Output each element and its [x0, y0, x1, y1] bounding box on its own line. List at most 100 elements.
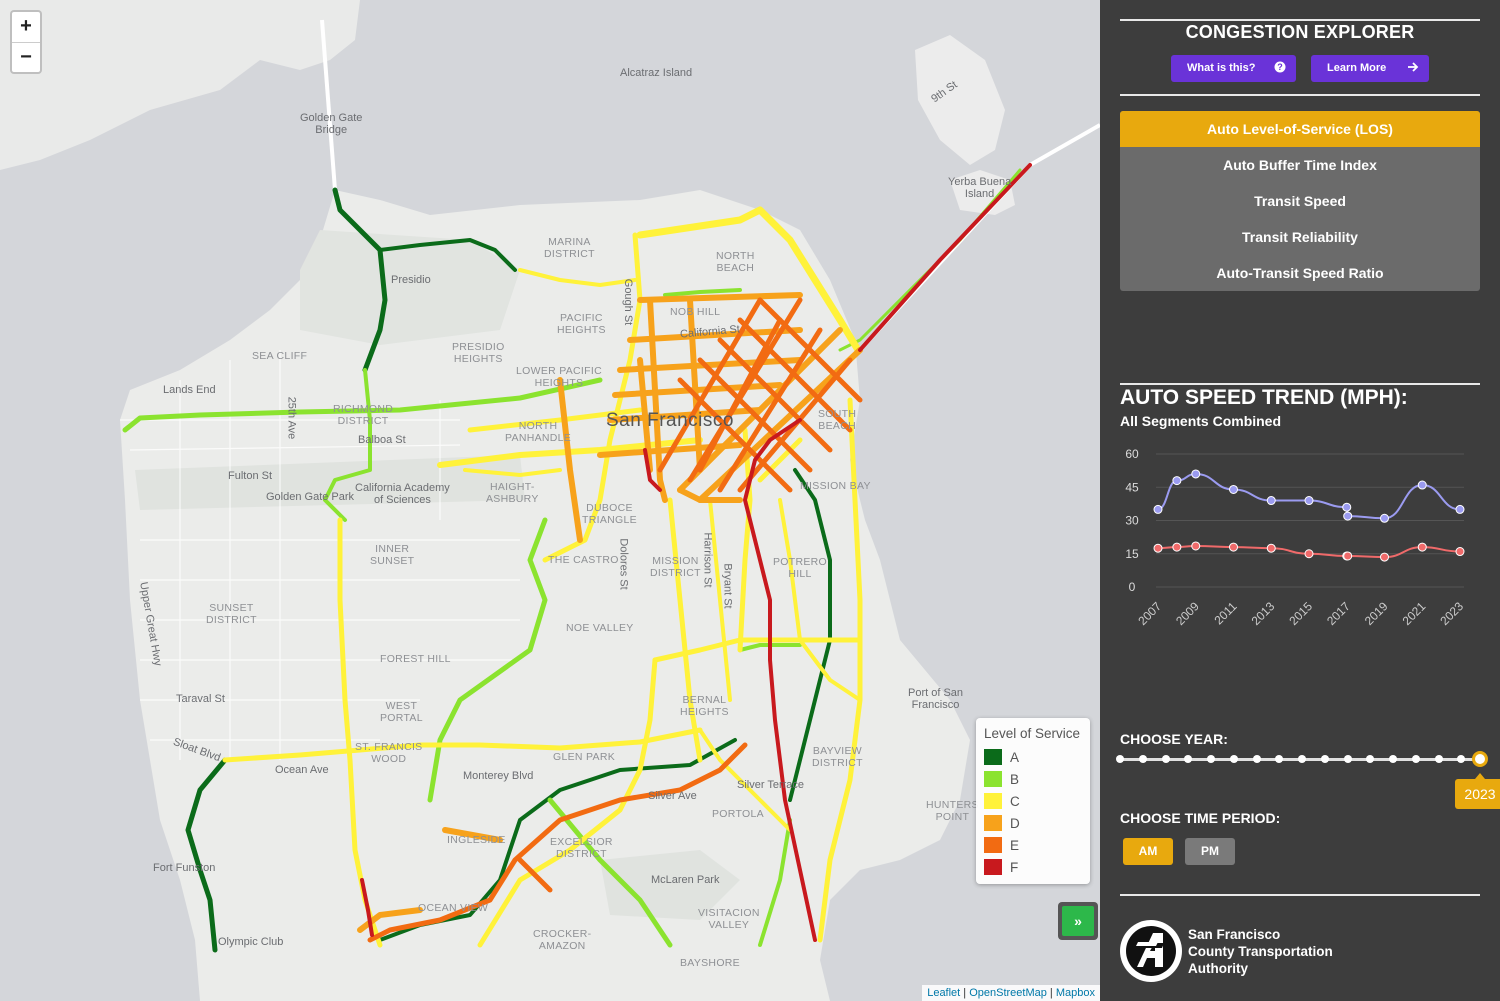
label-silver-ave: Silver Ave	[648, 790, 697, 802]
y-tick-label: 0	[1129, 580, 1136, 594]
osm-link[interactable]: OpenStreetMap	[969, 987, 1047, 999]
data-point	[1191, 469, 1201, 479]
x-tick-label: 2021	[1400, 599, 1429, 628]
label-bayshore: BAYSHORE	[680, 957, 740, 969]
year-tick[interactable]	[1389, 755, 1397, 763]
zoom-control: + −	[10, 10, 42, 74]
year-tick[interactable]	[1411, 755, 1420, 763]
year-tick[interactable]	[1161, 755, 1170, 763]
label-glen-park: GLEN PARK	[553, 751, 616, 763]
metric-option[interactable]: Auto Buffer Time Index	[1120, 147, 1480, 183]
zoom-out-button[interactable]: −	[12, 42, 40, 72]
label-dolores-st: Dolores St	[617, 538, 630, 590]
year-tick[interactable]	[1343, 755, 1352, 763]
data-point	[1343, 511, 1353, 521]
data-point	[1229, 542, 1238, 552]
label-balboa-st: Balboa St	[358, 434, 406, 446]
what-is-this-button[interactable]: What is this? ?	[1171, 55, 1296, 82]
year-tick[interactable]	[1434, 755, 1443, 763]
data-point	[1172, 542, 1182, 552]
label-fulton-st: Fulton St	[228, 470, 273, 482]
legend-swatch	[984, 793, 1002, 809]
map[interactable]: Alcatraz Island Golden Gate Bridge 9th S…	[0, 0, 1100, 1001]
metric-option[interactable]: Transit Reliability	[1120, 219, 1480, 255]
x-tick-label: 2015	[1286, 599, 1315, 628]
learn-more-button[interactable]: Learn More	[1311, 55, 1429, 82]
year-tick[interactable]	[1275, 755, 1284, 763]
year-tick[interactable]	[1207, 755, 1215, 763]
x-tick-label: 2023	[1437, 599, 1466, 628]
x-tick-label: 2017	[1324, 599, 1353, 628]
metric-option[interactable]: Transit Speed	[1120, 183, 1480, 219]
data-point	[1417, 480, 1427, 490]
label-forest-hill: FOREST HILL	[380, 653, 451, 665]
label-ocean-view: OCEAN VIEW	[418, 902, 489, 914]
year-tick[interactable]	[1252, 755, 1261, 763]
legend-label: D	[1010, 815, 1020, 831]
label-golden-gate-bridge: Golden Gate Bridge	[300, 112, 363, 136]
leaflet-link[interactable]: Leaflet	[927, 987, 960, 999]
what-is-this-label: What is this?	[1187, 62, 1256, 74]
year-tick[interactable]	[1184, 755, 1193, 763]
choose-period-label: CHOOSE TIME PERIOD:	[1120, 810, 1281, 826]
zoom-in-button[interactable]: +	[12, 12, 40, 42]
label-taraval-st: Taraval St	[176, 693, 225, 705]
legend-item: F	[984, 856, 1082, 878]
arrow-right-icon	[1407, 55, 1419, 82]
label-potrero-hill: POTRERO HILL	[773, 556, 828, 580]
label-crocker: CROCKER- AMAZON	[533, 928, 592, 952]
year-tick[interactable]	[1116, 755, 1124, 763]
learn-more-label: Learn More	[1327, 62, 1387, 74]
label-visitacion: VISITACION VALLEY	[698, 907, 760, 931]
year-tick[interactable]	[1138, 755, 1147, 763]
legend-swatch	[984, 749, 1002, 765]
y-tick-label: 60	[1125, 447, 1139, 461]
label-monterey-blvd: Monterey Blvd	[463, 770, 534, 782]
am-button[interactable]: AM	[1123, 838, 1173, 865]
svg-text:?: ?	[1277, 62, 1283, 72]
label-mission-bay: MISSION BAY	[800, 480, 871, 492]
data-point	[1153, 543, 1163, 553]
mapbox-link[interactable]: Mapbox	[1056, 987, 1095, 999]
year-slider-handle[interactable]	[1472, 751, 1488, 767]
divider	[1120, 894, 1480, 896]
label-excelsior: EXCELSIOR DISTRICT	[550, 836, 613, 860]
label-west-portal: WEST PORTAL	[380, 700, 423, 724]
legend-item: E	[984, 834, 1082, 856]
question-circle-icon: ?	[1274, 55, 1286, 82]
label-golden-gate-park: Golden Gate Park	[266, 491, 355, 503]
legend-label: A	[1010, 749, 1020, 765]
year-tick[interactable]	[1366, 755, 1375, 763]
label-olympic-club: Olympic Club	[218, 936, 284, 948]
label-sea-cliff: SEA CLIFF	[252, 350, 308, 362]
label-richmond: RICHMOND DISTRICT	[333, 403, 394, 427]
year-tick[interactable]	[1229, 755, 1238, 763]
year-tick[interactable]	[1457, 755, 1466, 763]
data-point	[1417, 542, 1427, 552]
year-tick[interactable]	[1320, 755, 1329, 763]
data-point	[1380, 513, 1389, 523]
pm-button[interactable]: PM	[1185, 838, 1235, 865]
x-tick-label: 2013	[1249, 599, 1278, 628]
collapse-panel-button[interactable]: »	[1058, 902, 1098, 940]
divider	[1120, 19, 1480, 21]
label-duboce: DUBOCE TRIANGLE	[582, 502, 637, 526]
label-presidio-heights: PRESIDIO HEIGHTS	[452, 341, 505, 365]
label-ocean-ave: Ocean Ave	[275, 764, 329, 776]
year-tick[interactable]	[1298, 755, 1306, 763]
label-alcatraz: Alcatraz Island	[620, 67, 693, 79]
label-north-beach: NORTH BEACH	[716, 250, 755, 274]
label-sunset-district: SUNSET DISTRICT	[206, 602, 257, 626]
label-the-castro: THE CASTRO	[548, 554, 619, 566]
legend-label: F	[1010, 859, 1019, 875]
y-tick-label: 45	[1125, 480, 1139, 494]
data-point	[1455, 547, 1465, 557]
label-mission-district: MISSION DISTRICT	[650, 555, 701, 579]
metric-option[interactable]: Auto-Transit Speed Ratio	[1120, 255, 1480, 291]
metric-option[interactable]: Auto Level-of-Service (LOS)	[1120, 111, 1480, 147]
legend-swatch	[984, 815, 1002, 831]
data-point	[1266, 496, 1276, 506]
side-panel: CONGESTION EXPLORER What is this? ? Lear…	[1100, 0, 1500, 1001]
label-bryant-st: Bryant St	[721, 563, 734, 609]
data-point	[1172, 476, 1182, 486]
